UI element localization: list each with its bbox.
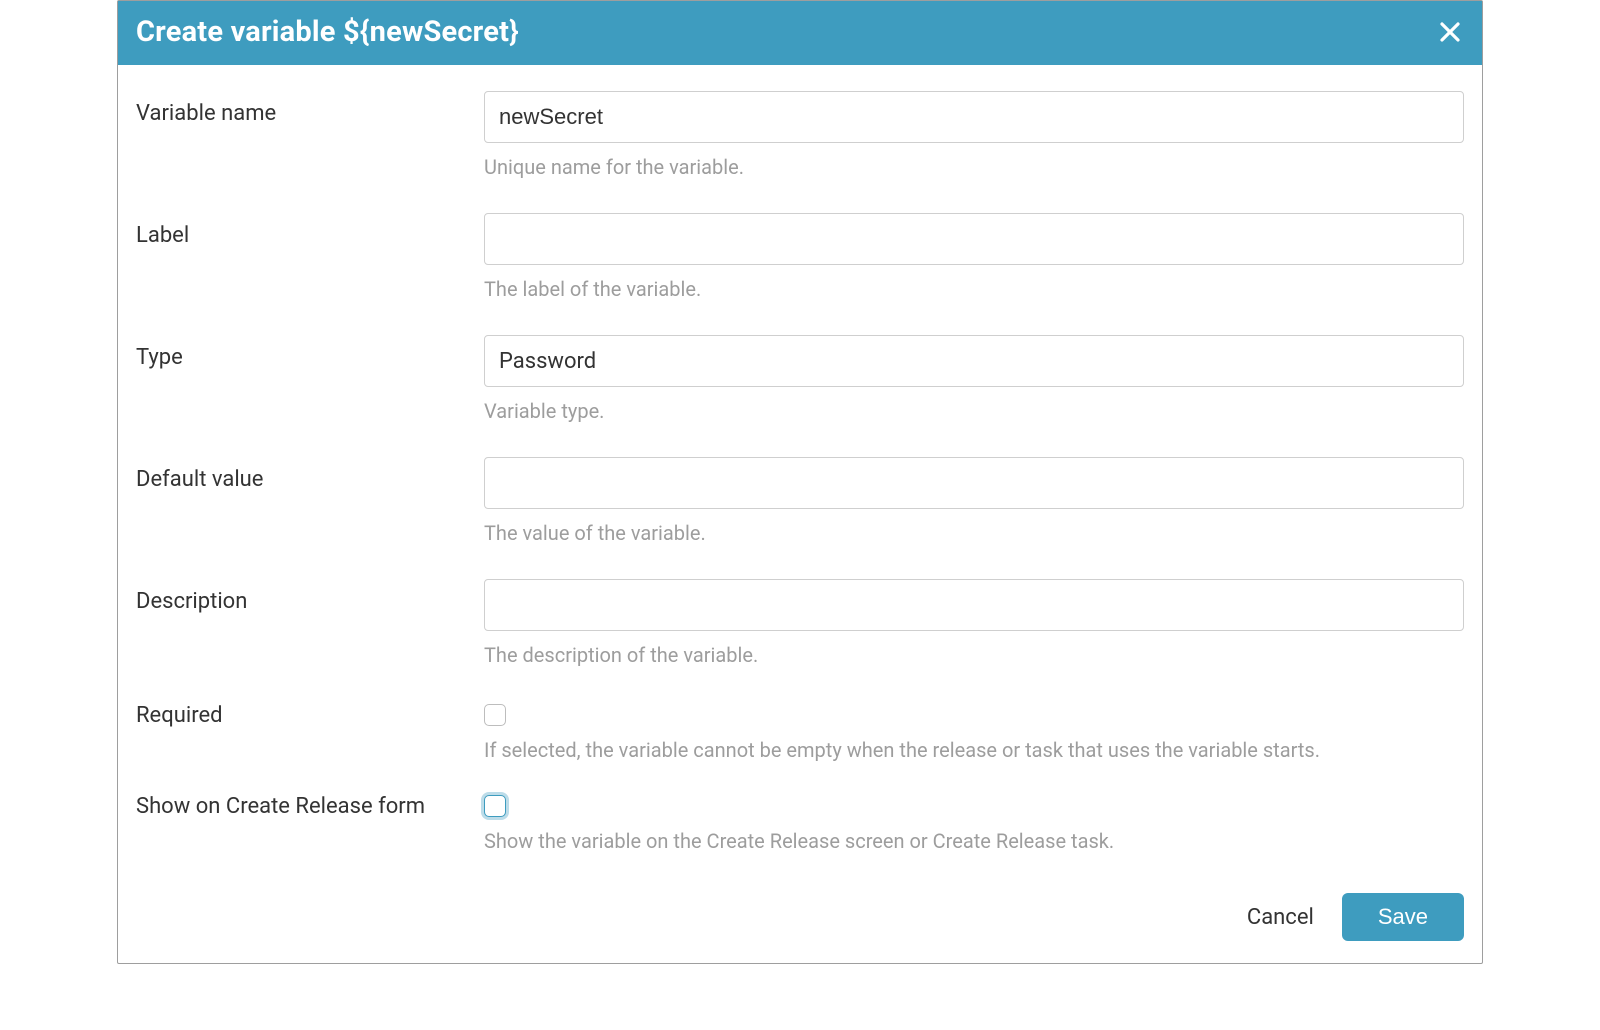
row-description: Description The description of the varia… xyxy=(136,579,1464,667)
default-value-help: The value of the variable. xyxy=(484,521,1464,545)
label-input[interactable] xyxy=(484,213,1464,265)
close-icon[interactable] xyxy=(1436,18,1464,46)
row-show-on-create-release: Show on Create Release form Show the var… xyxy=(136,792,1464,853)
default-value-input[interactable] xyxy=(484,457,1464,509)
show-on-create-release-label: Show on Create Release form xyxy=(136,794,484,819)
type-select[interactable]: Password xyxy=(484,335,1464,387)
type-value: Password xyxy=(499,349,596,374)
label-help: The label of the variable. xyxy=(484,277,1464,301)
show-on-create-release-checkbox[interactable] xyxy=(484,795,506,817)
required-checkbox[interactable] xyxy=(484,704,506,726)
description-help: The description of the variable. xyxy=(484,643,1464,667)
type-help: Variable type. xyxy=(484,399,1464,423)
description-label: Description xyxy=(136,589,484,614)
variable-name-help: Unique name for the variable. xyxy=(484,155,1464,179)
type-label: Type xyxy=(136,345,484,370)
row-required: Required If selected, the variable canno… xyxy=(136,701,1464,762)
dialog-footer: Cancel Save xyxy=(118,875,1482,963)
row-default-value: Default value The value of the variable. xyxy=(136,457,1464,545)
row-type: Type Password Variable type. xyxy=(136,335,1464,423)
form: Variable name Unique name for the variab… xyxy=(118,65,1482,875)
create-variable-dialog: Create variable ${newSecret} Variable na… xyxy=(117,0,1483,964)
required-help: If selected, the variable cannot be empt… xyxy=(484,738,1464,762)
row-label: Label The label of the variable. xyxy=(136,213,1464,301)
dialog-title: Create variable ${newSecret} xyxy=(136,15,519,49)
description-input[interactable] xyxy=(484,579,1464,631)
required-label: Required xyxy=(136,703,484,728)
label-field-label: Label xyxy=(136,223,484,248)
show-on-create-release-help: Show the variable on the Create Release … xyxy=(484,829,1464,853)
cancel-button[interactable]: Cancel xyxy=(1247,905,1314,930)
variable-name-input[interactable] xyxy=(484,91,1464,143)
variable-name-label: Variable name xyxy=(136,101,484,126)
row-variable-name: Variable name Unique name for the variab… xyxy=(136,91,1464,179)
default-value-label: Default value xyxy=(136,467,484,492)
save-button[interactable]: Save xyxy=(1342,893,1464,941)
dialog-header: Create variable ${newSecret} xyxy=(118,1,1482,65)
